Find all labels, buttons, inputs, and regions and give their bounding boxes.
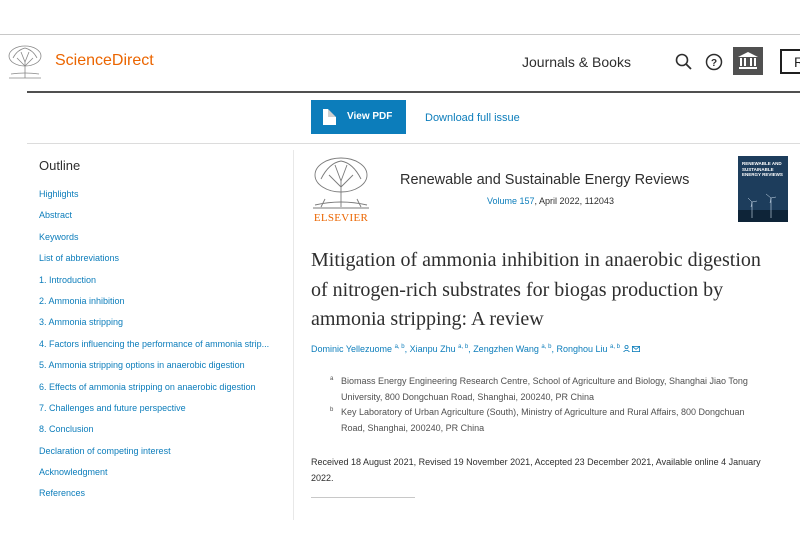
pdf-icon	[323, 109, 336, 125]
email-icon	[632, 346, 641, 352]
elsevier-publisher-logo[interactable]: ELSEVIER	[311, 155, 371, 224]
outline-item-introduction[interactable]: 1. Introduction	[39, 270, 289, 291]
author-affil-sup: a, b	[458, 344, 469, 350]
header-divider	[27, 91, 800, 93]
journal-title-link[interactable]: Renewable and Sustainable Energy Reviews	[400, 172, 689, 188]
download-full-issue-link[interactable]: Download full issue	[425, 112, 520, 124]
volume-link[interactable]: Volume 157	[487, 196, 535, 206]
search-icon[interactable]	[674, 52, 694, 72]
volume-date-id: , April 2022, 112043	[534, 196, 614, 206]
outline-item-stripping-options[interactable]: 5. Ammonia stripping options in anaerobi…	[39, 355, 289, 376]
affiliation-label: b	[330, 407, 334, 413]
author-name: Xianpu Zhu	[409, 344, 456, 354]
volume-info: Volume 157, April 2022, 112043	[487, 196, 614, 206]
cover-title: RENEWABLE AND SUSTAINABLE ENERGY REVIEWS	[742, 161, 783, 177]
journals-books-link[interactable]: Journals & Books	[522, 54, 631, 70]
article-title: Mitigation of ammonia inhibition in anae…	[311, 249, 761, 330]
institution-icon	[738, 52, 758, 69]
affiliation-text: Key Laboratory of Urban Agriculture (Sou…	[341, 407, 745, 433]
register-button[interactable]: R	[780, 49, 800, 74]
view-pdf-button[interactable]: View PDF	[311, 100, 406, 134]
browser-top-strip	[0, 0, 800, 35]
sciencedirect-logo-text[interactable]: ScienceDirect	[55, 52, 154, 70]
institution-access-button[interactable]	[733, 47, 763, 75]
author-name: Zengzhen Wang	[473, 344, 539, 354]
outline-item-conclusion[interactable]: 8. Conclusion	[39, 419, 289, 440]
author-affil-sup: a, b	[610, 344, 621, 350]
outline-list: Highlights Abstract Keywords List of abb…	[39, 184, 289, 505]
outline-item-competing-interest[interactable]: Declaration of competing interest	[39, 441, 289, 462]
journal-cover-image[interactable]: RENEWABLE AND SUSTAINABLE ENERGY REVIEWS	[738, 156, 788, 222]
outline-item-effects[interactable]: 6. Effects of ammonia stripping on anaer…	[39, 377, 289, 398]
outline-heading: Outline	[39, 158, 81, 173]
article-history-dates: Received 18 August 2021, Revised 19 Nove…	[311, 457, 761, 483]
outline-item-acknowledgment[interactable]: Acknowledgment	[39, 462, 289, 483]
affiliation-a: a Biomass Energy Engineering Research Ce…	[330, 374, 770, 405]
svg-text:?: ?	[711, 58, 717, 69]
view-pdf-label: View PDF	[347, 111, 393, 122]
author-name: Ronghou Liu	[556, 344, 608, 354]
cover-turbines-icon	[738, 193, 788, 222]
outline-item-abbreviations[interactable]: List of abbreviations	[39, 248, 289, 269]
author-name: Dominic Yellezuome	[311, 344, 393, 354]
section-divider	[311, 497, 415, 498]
outline-item-factors[interactable]: 4. Factors influencing the performance o…	[39, 334, 289, 355]
author-affil-sup: a, b	[394, 344, 405, 350]
affiliation-b: b Key Laboratory of Urban Agriculture (S…	[330, 405, 770, 436]
elsevier-tree-icon	[313, 157, 369, 209]
author-link[interactable]: Ronghou Liu a, b	[556, 344, 641, 354]
outline-item-ammonia-inhibition[interactable]: 2. Ammonia inhibition	[39, 291, 289, 312]
affiliation-text: Biomass Energy Engineering Research Cent…	[341, 376, 748, 402]
outline-item-ammonia-stripping[interactable]: 3. Ammonia stripping	[39, 312, 289, 333]
elsevier-tree-logo-icon[interactable]	[5, 44, 45, 80]
elsevier-wordmark: ELSEVIER	[313, 212, 369, 224]
outline-item-keywords[interactable]: Keywords	[39, 227, 289, 248]
sidebar-divider	[293, 150, 294, 520]
toolbar-divider	[27, 143, 800, 144]
help-icon[interactable]: ?	[704, 52, 724, 72]
person-icon	[622, 344, 630, 353]
author-link[interactable]: Dominic Yellezuome a, b	[311, 344, 405, 354]
author-link[interactable]: Zengzhen Wang a, b	[473, 344, 551, 354]
outline-item-abstract[interactable]: Abstract	[39, 205, 289, 226]
author-affil-sup: a, b	[541, 344, 552, 350]
outline-item-challenges[interactable]: 7. Challenges and future perspective	[39, 398, 289, 419]
outline-item-highlights[interactable]: Highlights	[39, 184, 289, 205]
author-list: Dominic Yellezuome a, b, Xianpu Zhu a, b…	[311, 344, 641, 354]
affiliation-label: a	[330, 376, 334, 382]
author-link[interactable]: Xianpu Zhu a, b	[410, 344, 469, 354]
outline-item-references[interactable]: References	[39, 483, 289, 504]
